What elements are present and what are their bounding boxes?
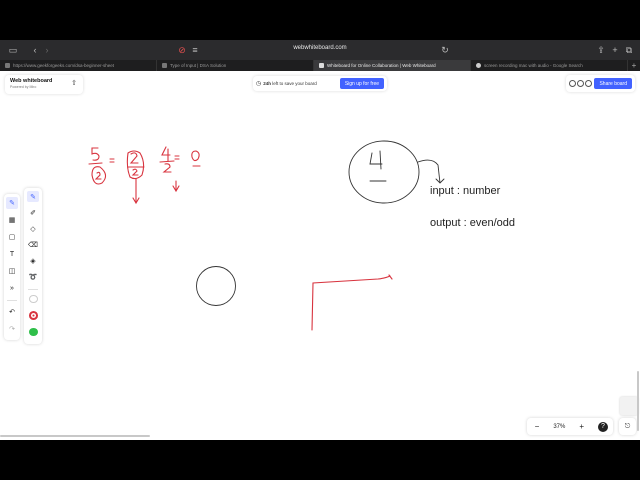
screen: ▭ ‹ › ⊘ ≡ webwhiteboard.com ↻ ⇪ + ⧉ http… (0, 0, 640, 480)
tab-label: https://www.geekforgeeks.com/dsa-beginne… (13, 63, 115, 68)
whiteboard-canvas[interactable]: input : number output : even/odd Web whi… (0, 71, 640, 440)
output-label[interactable]: output : even/odd (430, 217, 515, 229)
drawing-layer (88, 140, 445, 331)
tab-overview-icon[interactable]: ⧉ (622, 43, 636, 57)
reload-icon[interactable]: ↻ (438, 43, 452, 57)
divider (28, 288, 38, 290)
eraser-icon[interactable]: ◈ (27, 255, 39, 266)
save-hours: 24h (263, 81, 272, 86)
help-button[interactable]: ? (598, 421, 608, 432)
circle-shape (196, 266, 236, 306)
tab-dsa-sheet[interactable]: https://www.geekforgeeks.com/dsa-beginne… (0, 60, 157, 71)
divider (7, 300, 17, 301)
main-toolbar: ✎ ▦ ▢ T ◫ » ↶ ↷ (4, 194, 20, 340)
tab-label: Type of Input | DSA Solution (170, 63, 227, 68)
export-icon[interactable]: ⇧ (70, 80, 78, 88)
text-icon[interactable]: T (6, 248, 18, 260)
horizontal-scrollbar[interactable] (0, 435, 150, 437)
input-label[interactable]: input : number (430, 185, 500, 197)
shape-pen-icon[interactable]: ◇ (27, 223, 39, 234)
sign-up-button[interactable]: Sign up for free (339, 78, 384, 89)
pen-icon[interactable]: ✎ (27, 191, 39, 203)
google-icon (476, 63, 481, 68)
tab-label: Whiteboard for Online Collaboration | We… (327, 63, 436, 68)
save-text: left to save your board (271, 81, 317, 86)
favicon-icon (5, 63, 10, 68)
red-line-sketch (311, 274, 393, 331)
favicon-icon (319, 63, 324, 68)
color-swatch-white[interactable] (28, 294, 38, 304)
share-board-button[interactable]: Share board (594, 78, 632, 89)
brand-title: Web whiteboard (10, 78, 53, 84)
highlighter-icon[interactable]: ⌫ (27, 239, 39, 250)
clock-icon: ◷ (256, 81, 262, 87)
color-swatch-red[interactable] (28, 311, 38, 320)
redo-icon[interactable]: ↷ (6, 323, 18, 335)
shapes-icon[interactable]: ◫ (6, 265, 18, 277)
browser-toolbar: ▭ ‹ › ⊘ ≡ webwhiteboard.com ↻ ⇪ + ⧉ (0, 40, 640, 60)
pen-toolbar: ✎ ✐ ◇ ⌫ ◈ ➰ (24, 188, 42, 344)
frame-icon[interactable]: ▦ (6, 214, 18, 226)
add-tab-icon[interactable]: + (628, 60, 640, 71)
vertical-scrollbar[interactable] (637, 371, 639, 431)
new-tab-icon[interactable]: + (608, 43, 622, 57)
more-icon[interactable]: » (6, 282, 18, 294)
sticky-note-icon[interactable]: ▢ (6, 231, 18, 243)
zoom-controls: − 37% + ? (527, 418, 613, 435)
favicon-icon (162, 63, 167, 68)
zoom-in-button[interactable]: + (577, 422, 587, 431)
brand-panel: Web whiteboard Powered by Miro ⇧ (5, 75, 83, 94)
save-banner: ◷ 24h left to save your board Sign up fo… (253, 76, 387, 91)
share-icon[interactable]: ⇪ (594, 43, 608, 57)
tab-type-of-input[interactable]: Type of Input | DSA Solution (157, 60, 314, 71)
tab-strip: https://www.geekforgeeks.com/dsa-beginne… (0, 60, 640, 71)
tab-whiteboard[interactable]: Whiteboard for Online Collaboration | We… (314, 60, 471, 71)
brand-subtitle: Powered by Miro (10, 85, 37, 89)
lasso-icon[interactable]: ➰ (27, 272, 39, 283)
exit-icon[interactable]: ⎋ (619, 418, 636, 435)
color-swatch-green[interactable] (28, 327, 38, 337)
collaborators-icon[interactable] (569, 79, 593, 89)
save-message: 24h left to save your board (263, 81, 317, 86)
zoom-level[interactable]: 37% (553, 424, 565, 430)
recaptcha-badge (620, 397, 638, 415)
marker-icon[interactable]: ✐ (27, 207, 39, 218)
tab-label: screen recording mac with audio - Google… (484, 63, 583, 68)
address-bar[interactable]: webwhiteboard.com (0, 45, 640, 51)
undo-icon[interactable]: ↶ (6, 306, 18, 318)
zoom-out-button[interactable]: − (532, 422, 542, 431)
pen-tool-icon[interactable]: ✎ (6, 197, 18, 209)
red-fraction-sketch (88, 146, 201, 205)
tab-google-search[interactable]: screen recording mac with audio - Google… (471, 60, 628, 71)
share-panel: Share board (566, 75, 635, 92)
